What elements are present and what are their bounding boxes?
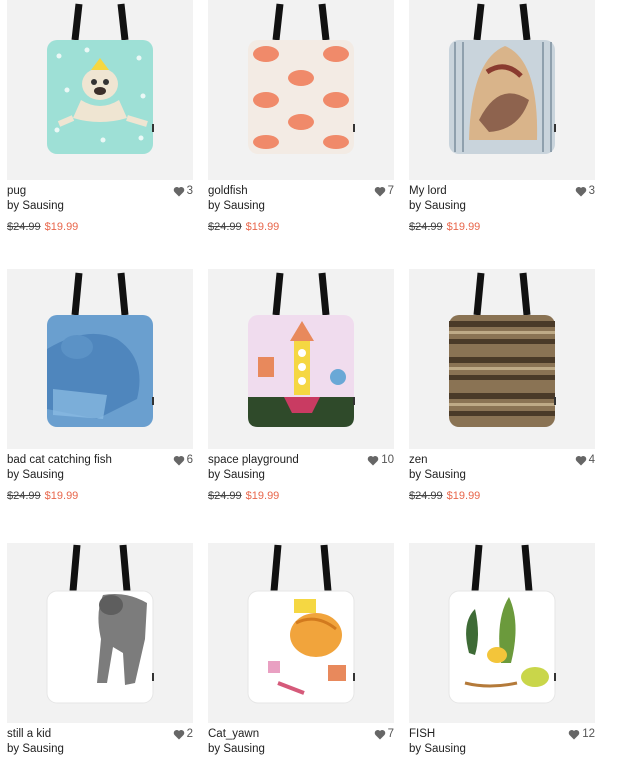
product-title[interactable]: still a kid	[7, 727, 193, 741]
tote-bag-image	[448, 544, 556, 704]
original-price: $24.99	[7, 490, 41, 502]
like-count[interactable]: 7	[374, 184, 394, 198]
product-title[interactable]: space playground	[208, 453, 394, 467]
product-image[interactable]	[7, 0, 193, 180]
product-image[interactable]	[409, 0, 595, 180]
product-artist[interactable]: by Sausing	[409, 199, 595, 214]
product-card[interactable]: bad cat catching fish 6 by Sausing $24.9…	[7, 269, 193, 503]
like-count-value: 12	[582, 728, 595, 740]
product-image[interactable]	[208, 543, 394, 723]
tote-bag-image	[47, 272, 154, 427]
like-count-value: 3	[186, 185, 193, 197]
product-title[interactable]: pug	[7, 184, 193, 198]
like-count-value: 3	[588, 185, 595, 197]
product-artist[interactable]: by Sausing	[7, 742, 193, 757]
sale-price: $19.99	[44, 490, 79, 502]
like-count[interactable]: 12	[568, 727, 595, 741]
tote-bag-image	[449, 272, 556, 427]
product-artist[interactable]: by Sausing	[409, 468, 595, 483]
tote-bag-image	[248, 272, 355, 427]
product-image[interactable]	[7, 269, 193, 449]
product-card[interactable]: pug 3 by Sausing $24.99 $19.99	[7, 0, 193, 234]
product-artist[interactable]: by Sausing	[7, 199, 193, 214]
tote-bag-image	[449, 3, 556, 154]
price-row: $24.99 $19.99	[208, 220, 394, 234]
sale-price: $19.99	[446, 221, 481, 233]
tote-bag-image	[46, 544, 154, 704]
price-row	[7, 763, 193, 777]
heart-icon[interactable]	[173, 729, 185, 740]
product-card[interactable]: Cat_yawn 7 by Sausing	[208, 543, 394, 777]
sale-price: $19.99	[245, 490, 280, 502]
tote-bag-image	[248, 3, 355, 154]
product-title[interactable]: bad cat catching fish	[7, 453, 193, 467]
price-row: $24.99 $19.99	[7, 489, 193, 503]
product-title[interactable]: FISH	[409, 727, 595, 741]
like-count[interactable]: 2	[173, 727, 193, 741]
sale-price: $19.99	[44, 221, 79, 233]
product-title[interactable]: Cat_yawn	[208, 727, 394, 741]
price-row	[409, 763, 595, 777]
tote-bag-image	[47, 3, 154, 154]
like-count[interactable]: 3	[575, 184, 595, 198]
heart-icon[interactable]	[173, 186, 185, 197]
product-image[interactable]	[409, 269, 595, 449]
like-count[interactable]: 3	[173, 184, 193, 198]
heart-icon[interactable]	[575, 455, 587, 466]
product-card[interactable]: space playground 10 by Sausing $24.99 $19…	[208, 269, 394, 503]
product-image[interactable]	[208, 269, 394, 449]
product-image[interactable]	[208, 0, 394, 180]
heart-icon[interactable]	[374, 729, 386, 740]
like-count-value: 4	[588, 454, 595, 466]
product-card[interactable]: zen 4 by Sausing $24.99 $19.99	[409, 269, 595, 503]
product-artist[interactable]: by Sausing	[7, 468, 193, 483]
sale-price: $19.99	[446, 490, 481, 502]
like-count[interactable]: 10	[367, 453, 394, 467]
price-row: $24.99 $19.99	[409, 489, 595, 503]
sale-price: $19.99	[245, 221, 280, 233]
original-price: $24.99	[409, 221, 443, 233]
product-artist[interactable]: by Sausing	[208, 742, 394, 757]
like-count[interactable]: 6	[173, 453, 193, 467]
price-row: $24.99 $19.99	[409, 220, 595, 234]
like-count[interactable]: 4	[575, 453, 595, 467]
original-price: $24.99	[409, 490, 443, 502]
heart-icon[interactable]	[367, 455, 379, 466]
like-count[interactable]: 7	[374, 727, 394, 741]
heart-icon[interactable]	[575, 186, 587, 197]
product-image[interactable]	[409, 543, 595, 723]
product-grid: pug 3 by Sausing $24.99 $19.99 goldfish …	[0, 0, 634, 768]
tote-bag-image	[247, 544, 355, 704]
product-card[interactable]: goldfish 7 by Sausing $24.99 $19.99	[208, 0, 394, 234]
product-artist[interactable]: by Sausing	[208, 199, 394, 214]
product-image[interactable]	[7, 543, 193, 723]
product-artist[interactable]: by Sausing	[409, 742, 595, 757]
original-price: $24.99	[208, 221, 242, 233]
product-title[interactable]: goldfish	[208, 184, 394, 198]
product-artist[interactable]: by Sausing	[208, 468, 394, 483]
original-price: $24.99	[7, 221, 41, 233]
price-row	[208, 763, 394, 777]
product-title[interactable]: My lord	[409, 184, 595, 198]
like-count-value: 2	[186, 728, 193, 740]
price-row: $24.99 $19.99	[7, 220, 193, 234]
heart-icon[interactable]	[568, 729, 580, 740]
heart-icon[interactable]	[173, 455, 185, 466]
like-count-value: 10	[381, 454, 394, 466]
heart-icon[interactable]	[374, 186, 386, 197]
product-title[interactable]: zen	[409, 453, 595, 467]
original-price: $24.99	[208, 490, 242, 502]
price-row: $24.99 $19.99	[208, 489, 394, 503]
like-count-value: 7	[387, 185, 394, 197]
product-card[interactable]: My lord 3 by Sausing $24.99 $19.99	[409, 0, 595, 234]
product-card[interactable]: FISH 12 by Sausing	[409, 543, 595, 777]
like-count-value: 7	[387, 728, 394, 740]
product-card[interactable]: still a kid 2 by Sausing	[7, 543, 193, 777]
like-count-value: 6	[186, 454, 193, 466]
